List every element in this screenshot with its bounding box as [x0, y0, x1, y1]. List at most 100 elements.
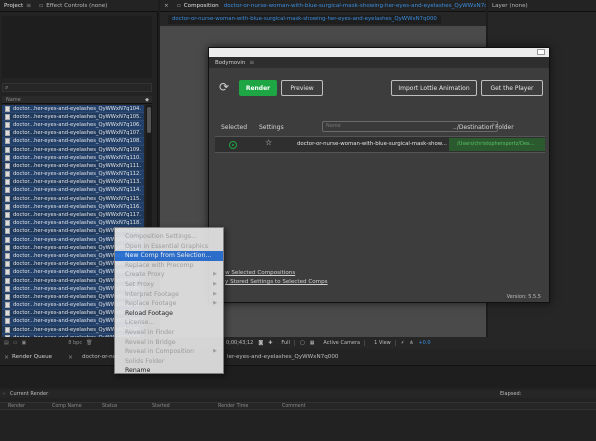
flowchart-icon[interactable]: ⋔	[409, 340, 413, 346]
menu-item[interactable]: Reveal in Composition ▶	[115, 347, 223, 357]
lock-icon[interactable]: ▫	[177, 2, 181, 9]
menu-item[interactable]: Solids Folder	[115, 357, 223, 367]
comp-search-placeholder: Name	[326, 123, 341, 129]
project-item[interactable]: doctor...her-eyes-and-eyelashes_QyWWxN7q…	[2, 170, 144, 179]
menu-item[interactable]: Replace with Precomp	[115, 261, 223, 271]
project-search-input[interactable]: ⌕	[2, 83, 152, 92]
show-selected-compositions-link[interactable]: w Selected Compositions	[225, 270, 295, 276]
tab-layer[interactable]: Layer (none)	[488, 3, 532, 9]
tab-effect-controls[interactable]: ▫ Effect Controls (none)	[35, 2, 111, 9]
lock-icon[interactable]: ▫	[39, 2, 43, 9]
current-render-header[interactable]: › Current Render Elapsed:	[0, 390, 596, 398]
menu-item[interactable]: Reveal in Finder	[115, 328, 223, 338]
hamburger-icon[interactable]: ≡	[249, 59, 254, 66]
camera-dropdown[interactable]: Active Camera	[319, 340, 366, 346]
layer-tab-bar: Layer (none)	[488, 0, 596, 12]
menu-item-label: License...	[125, 319, 155, 327]
submenu-arrow-icon: ▶	[213, 300, 217, 307]
tab-composition-right[interactable]: ler-eyes-and-eyelashes_QyWWxN7q000	[227, 354, 338, 360]
project-item[interactable]: doctor...her-eyes-and-eyelashes_QyWWxN7q…	[2, 145, 144, 155]
render-queue-columns: Render Comp Name Status Started Render Time C…	[0, 402, 596, 410]
project-item[interactable]: doctor...her-eyes-and-eyelashes_QyWWxN7q…	[2, 105, 144, 114]
snapshot-icon[interactable]: ◙	[258, 340, 263, 346]
close-icon[interactable]: ×	[4, 354, 9, 361]
column-header[interactable]: Status	[102, 404, 117, 409]
column-header[interactable]: Comp Name	[52, 404, 82, 409]
destination-path[interactable]: /Users/christophersportz/Des...	[449, 138, 545, 151]
menu-item[interactable]: License...	[115, 318, 223, 328]
preview-button[interactable]: Preview	[281, 80, 323, 96]
tab-project[interactable]: Project ≡	[0, 2, 35, 9]
project-column-header[interactable]: Name ◆	[2, 96, 152, 104]
project-item[interactable]: doctor...her-eyes-and-eyelashes_QyWWxN7q…	[2, 203, 144, 212]
column-header[interactable]: Render Time	[218, 404, 248, 409]
comp-row[interactable]: ☆ doctor-or-nurse-woman-with-blue-surgic…	[215, 136, 545, 153]
close-icon[interactable]: ×	[160, 3, 173, 9]
views-dropdown[interactable]: 1 View	[370, 340, 396, 346]
get-player-button[interactable]: Get the Player	[481, 80, 543, 96]
menu-item[interactable]: Composition Settings...	[115, 232, 223, 242]
new-folder-icon[interactable]: ▭	[13, 340, 18, 346]
submenu-arrow-icon: ▶	[213, 348, 217, 355]
menu-item-label: Replace with Precomp	[125, 261, 194, 269]
tab-composition[interactable]: ▫ Composition doctor-or-nurse-woman-with-b…	[173, 2, 486, 9]
selected-radio[interactable]	[229, 141, 237, 149]
hamburger-icon[interactable]: ≡	[26, 2, 31, 9]
timecode[interactable]: 0;00;43;12	[226, 340, 253, 346]
column-header[interactable]: Started	[152, 404, 170, 409]
project-item[interactable]: doctor...her-eyes-and-eyelashes_QyWWxN7q…	[2, 121, 144, 130]
window-titlebar[interactable]	[209, 48, 549, 57]
menu-item[interactable]: Reload Footage	[115, 309, 223, 319]
disclosure-arrow-icon[interactable]: ›	[3, 390, 5, 398]
column-header[interactable]: Comment	[282, 404, 306, 409]
menu-item[interactable]: New Comp from Selection...	[115, 251, 223, 261]
file-icon	[5, 293, 10, 300]
settings-star-icon[interactable]: ☆	[265, 138, 272, 147]
file-icon	[5, 269, 10, 276]
project-item[interactable]: doctor...her-eyes-and-eyelashes_QyWWxN7q…	[2, 113, 144, 122]
color-depth[interactable]: 8 bpc	[68, 340, 82, 346]
project-item[interactable]: doctor...her-eyes-and-eyelashes_QyWWxN7q…	[2, 178, 144, 187]
menu-item[interactable]: Set Proxy ▶	[115, 280, 223, 290]
tab-render-queue[interactable]: Render Queue	[12, 354, 52, 360]
render-button[interactable]: Render	[239, 80, 277, 96]
left-tab-bar: Project ≡ ▫ Effect Controls (none)	[0, 0, 158, 12]
transparency-grid-icon[interactable]: ▦	[310, 340, 315, 346]
import-lottie-button[interactable]: Import Lottie Animation	[391, 80, 477, 96]
trash-icon[interactable]: 🗑	[86, 340, 92, 346]
menu-item[interactable]: Reveal in Bridge	[115, 338, 223, 348]
color-channel-icon[interactable]: ✚	[268, 340, 272, 346]
menu-item[interactable]: Interpret Footage ▶	[115, 290, 223, 300]
project-item[interactable]: doctor...her-eyes-and-eyelashes_QyWWxN7q…	[2, 162, 144, 171]
exposure-value[interactable]: +0.0	[418, 340, 430, 346]
bodymovin-title-bar: Bodymovin ≡	[209, 57, 549, 68]
menu-item[interactable]: Replace Footage ▶	[115, 299, 223, 309]
column-header[interactable]: Render	[8, 404, 25, 409]
region-icon[interactable]: ▢	[300, 340, 305, 346]
refresh-icon[interactable]: ⟳	[219, 80, 229, 94]
file-icon	[5, 105, 10, 112]
project-item[interactable]: doctor...her-eyes-and-eyelashes_QyWWxN7q…	[2, 211, 144, 220]
menu-item[interactable]: Rename	[115, 366, 223, 376]
window-control-icon[interactable]	[537, 49, 545, 55]
project-item[interactable]: doctor...her-eyes-and-eyelashes_QyWWxN7q…	[2, 186, 144, 196]
project-item-label: doctor...her-eyes-and-eyelashes_QyWWxN7q…	[13, 171, 141, 178]
project-item[interactable]: doctor...her-eyes-and-eyelashes_QyWWxN7q…	[2, 154, 144, 163]
apply-stored-settings-link[interactable]: y Stored Settings to Selected Comps	[225, 279, 328, 285]
scrollbar-thumb[interactable]	[147, 107, 151, 133]
new-comp-icon[interactable]: ▣	[21, 340, 26, 346]
close-icon[interactable]: ×	[68, 354, 73, 361]
composition-breadcrumb[interactable]: doctor-or-nurse-woman-with-blue-surgical…	[168, 15, 441, 24]
menu-item[interactable]: Create Proxy ▶	[115, 270, 223, 280]
resolution-dropdown[interactable]: Full	[277, 340, 295, 346]
current-render-label: Current Render	[10, 391, 49, 397]
file-icon	[5, 310, 10, 317]
project-item[interactable]: doctor...her-eyes-and-eyelashes_QyWWxN7q…	[2, 137, 144, 146]
project-item[interactable]: doctor...her-eyes-and-eyelashes_QyWWxN7q…	[2, 195, 144, 204]
search-icon: ⌕	[5, 84, 9, 91]
menu-item[interactable]: Open in Essential Graphics	[115, 242, 223, 252]
interpret-footage-icon[interactable]: ▤	[4, 340, 9, 346]
project-item[interactable]: doctor...her-eyes-and-eyelashes_QyWWxN7q…	[2, 129, 144, 138]
tag-icon[interactable]: ◆	[145, 96, 149, 104]
fast-preview-icon[interactable]: ⚡	[401, 340, 405, 346]
